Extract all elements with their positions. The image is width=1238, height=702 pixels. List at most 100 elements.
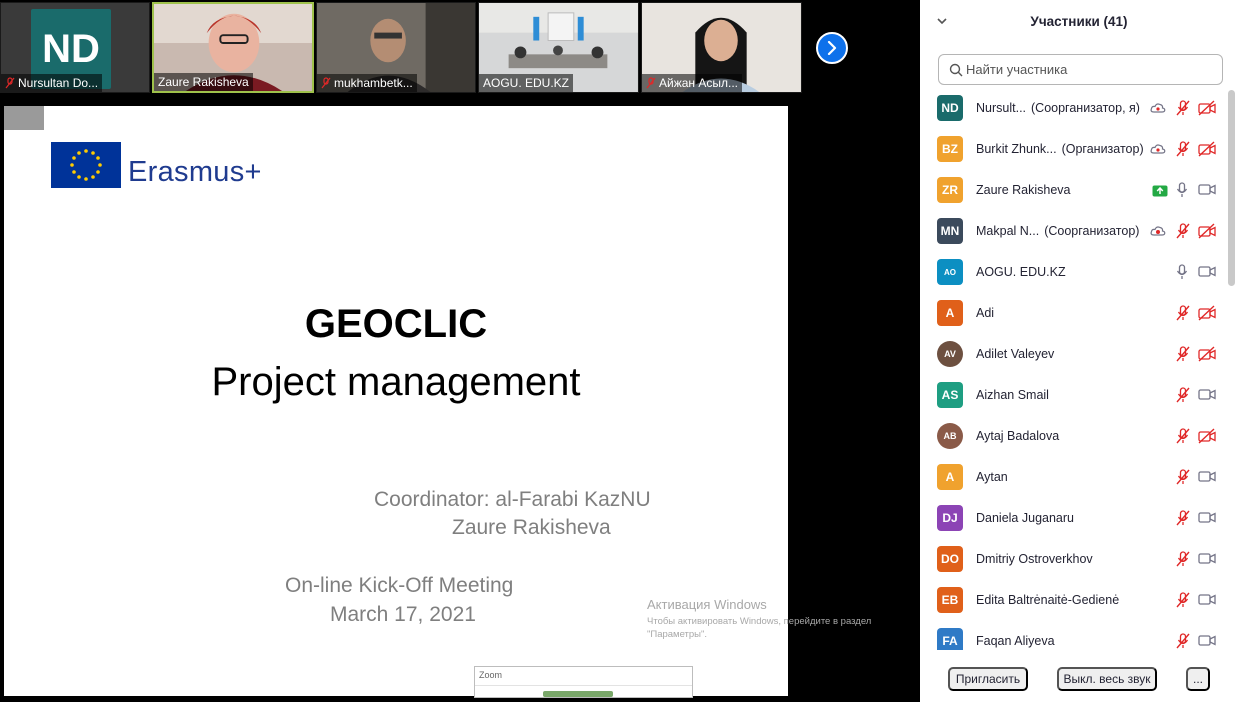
camera-icon (1198, 182, 1216, 201)
mic-muted-icon (1176, 469, 1190, 490)
participant-name: Aizhan Smail (976, 388, 1049, 402)
video-thumbnail-mukhambetk[interactable]: mukhambetk... (316, 2, 476, 93)
panel-title: Участники (41) (1030, 14, 1128, 29)
participant-name: Adilet Valeyev (976, 347, 1055, 361)
thumbnail-name: mukhambetk... (334, 76, 413, 90)
slide-title: GEOCLIC (304, 302, 488, 346)
participant-row[interactable]: A Adi (920, 293, 1226, 334)
participant-row[interactable]: MN Makpal N... (Соорганизатор) (920, 211, 1226, 252)
screen-share-icon (1152, 184, 1168, 202)
participant-name: Dmitriy Ostroverkhov (976, 552, 1093, 566)
zoom-popup-content (543, 691, 613, 697)
participant-row[interactable]: ZR Zaure Rakisheva (920, 170, 1226, 211)
participant-row[interactable]: DJ Daniela Juganaru (920, 498, 1226, 539)
invite-button[interactable]: Пригласить (948, 667, 1028, 691)
video-thumbnail-nursultan[interactable]: ND Nursultan Do... (0, 2, 150, 93)
camera-icon (1198, 387, 1216, 406)
mic-muted-icon (1176, 305, 1190, 326)
cloud-record-icon (1150, 101, 1166, 119)
zoom-popup-window[interactable]: Zoom (474, 666, 693, 698)
thumbnail-name-label: Nursultan Do... (1, 74, 103, 92)
participant-row[interactable]: AV Adilet Valeyev (920, 334, 1226, 375)
participant-list-scrollbar[interactable] (1228, 90, 1235, 286)
participant-name-label: Makpal N... (Соорганизатор) (976, 224, 1139, 238)
participant-row[interactable]: EB Edita Baltrėnaitė-Gedienė (920, 580, 1226, 621)
participant-name: Aytaj Badalova (976, 429, 1060, 443)
participant-name-label: Adilet Valeyev (976, 347, 1054, 361)
avatar: AO (937, 259, 963, 285)
participant-name: Adi (976, 306, 995, 320)
mic-muted-icon (321, 77, 331, 89)
participant-role: (Организатор) (1061, 142, 1144, 156)
panel-header: Участники (41) (920, 0, 1238, 44)
mute-all-button[interactable]: Выкл. весь звук (1057, 667, 1157, 691)
camera-icon (1198, 264, 1216, 283)
slide-subtitle: Project management (211, 360, 581, 404)
mic-muted-icon (1176, 551, 1190, 572)
slide-date: March 17, 2021 (330, 603, 476, 626)
participant-name-label: Daniela Juganaru (976, 511, 1074, 525)
search-input[interactable] (966, 56, 1216, 83)
participant-name-label: Edita Baltrėnaitė-Gedienė (976, 593, 1119, 607)
camera-icon (1198, 592, 1216, 611)
video-thumbnail-strip: ND Nursultan Do... Zaure Rakisheva mukha… (0, 0, 920, 96)
participant-name-label: Dmitriy Ostroverkhov (976, 552, 1093, 566)
eu-flag-logo (51, 142, 121, 188)
avatar-initials: ND (42, 26, 100, 71)
video-thumbnail-zaure[interactable]: Zaure Rakisheva (152, 2, 314, 93)
avatar: DJ (937, 505, 963, 531)
participant-role: (Соорганизатор, я) (1031, 101, 1140, 115)
participant-name-label: Adi (976, 306, 994, 320)
participant-row[interactable]: BZ Burkit Zhunk... (Организатор) (920, 129, 1226, 170)
next-page-button[interactable] (816, 32, 848, 64)
participant-row[interactable]: ND Nursult... (Соорганизатор, я) (920, 88, 1226, 129)
participant-name: Edita Baltrėnaitė-Gedienė (976, 593, 1120, 607)
participant-name-label: Aizhan Smail (976, 388, 1049, 402)
slide-coordinator: Coordinator: al-Farabi KazNU (374, 488, 651, 511)
eu-stars-icon (70, 149, 102, 181)
participant-row[interactable]: AS Aizhan Smail (920, 375, 1226, 416)
mic-icon (1176, 264, 1188, 285)
participant-name: Burkit Zhunk... (976, 142, 1057, 156)
thumbnail-name: Айжан Асыл... (659, 76, 739, 90)
participants-panel: Участники (41) ND Nursult... (Соорганизато… (920, 0, 1238, 702)
divider (475, 685, 692, 686)
zoom-popup-title: Zoom (479, 670, 503, 680)
video-thumbnail-aogu[interactable]: AOGU. EDU.KZ (478, 2, 639, 93)
avatar: ZR (937, 177, 963, 203)
search-icon (949, 63, 963, 77)
camera-off-icon (1198, 428, 1216, 449)
camera-off-icon (1198, 100, 1216, 121)
camera-icon (1198, 633, 1216, 650)
participant-search[interactable] (938, 54, 1223, 85)
more-button[interactable]: ... (1186, 667, 1210, 691)
participant-row[interactable]: AB Aytaj Badalova (920, 416, 1226, 457)
record-icon (1150, 224, 1166, 242)
participant-row[interactable]: AO AOGU. EDU.KZ (920, 252, 1226, 293)
thumbnail-name: AOGU. EDU.KZ (483, 76, 570, 90)
participant-row[interactable]: FA Faqan Aliyeva (920, 621, 1226, 650)
mic-icon (1176, 182, 1188, 203)
avatar: MN (937, 218, 963, 244)
participant-name-label: AOGU. EDU.KZ (976, 265, 1066, 279)
participant-name-label: Faqan Aliyeva (976, 634, 1055, 648)
participant-name-label: Nursult... (Соорганизатор, я) (976, 101, 1140, 115)
activation-title: Активация Windows (647, 597, 767, 612)
camera-icon (1198, 551, 1216, 570)
participant-row[interactable]: A Aytan (920, 457, 1226, 498)
avatar: DO (937, 546, 963, 572)
thumbnail-name-label: mukhambetk... (317, 74, 417, 92)
thumbnail-name-label: AOGU. EDU.KZ (479, 74, 574, 92)
windows-activation-watermark: Активация Windows Чтобы активировать Win… (647, 597, 887, 641)
participant-row[interactable]: DO Dmitriy Ostroverkhov (920, 539, 1226, 580)
participant-name: Nursult... (976, 101, 1027, 115)
slide-meeting-name: On-line Kick-Off Meeting (285, 574, 514, 597)
participant-name: Makpal N... (976, 224, 1040, 238)
thumbnail-name: Nursultan Do... (18, 76, 99, 90)
camera-icon (1198, 510, 1216, 529)
video-thumbnail-aizhan[interactable]: Айжан Асыл... (641, 2, 802, 93)
participant-name: Zaure Rakisheva (976, 183, 1071, 197)
mic-muted-icon (1176, 223, 1190, 244)
mic-muted-icon (1176, 141, 1190, 162)
avatar: A (937, 300, 963, 326)
